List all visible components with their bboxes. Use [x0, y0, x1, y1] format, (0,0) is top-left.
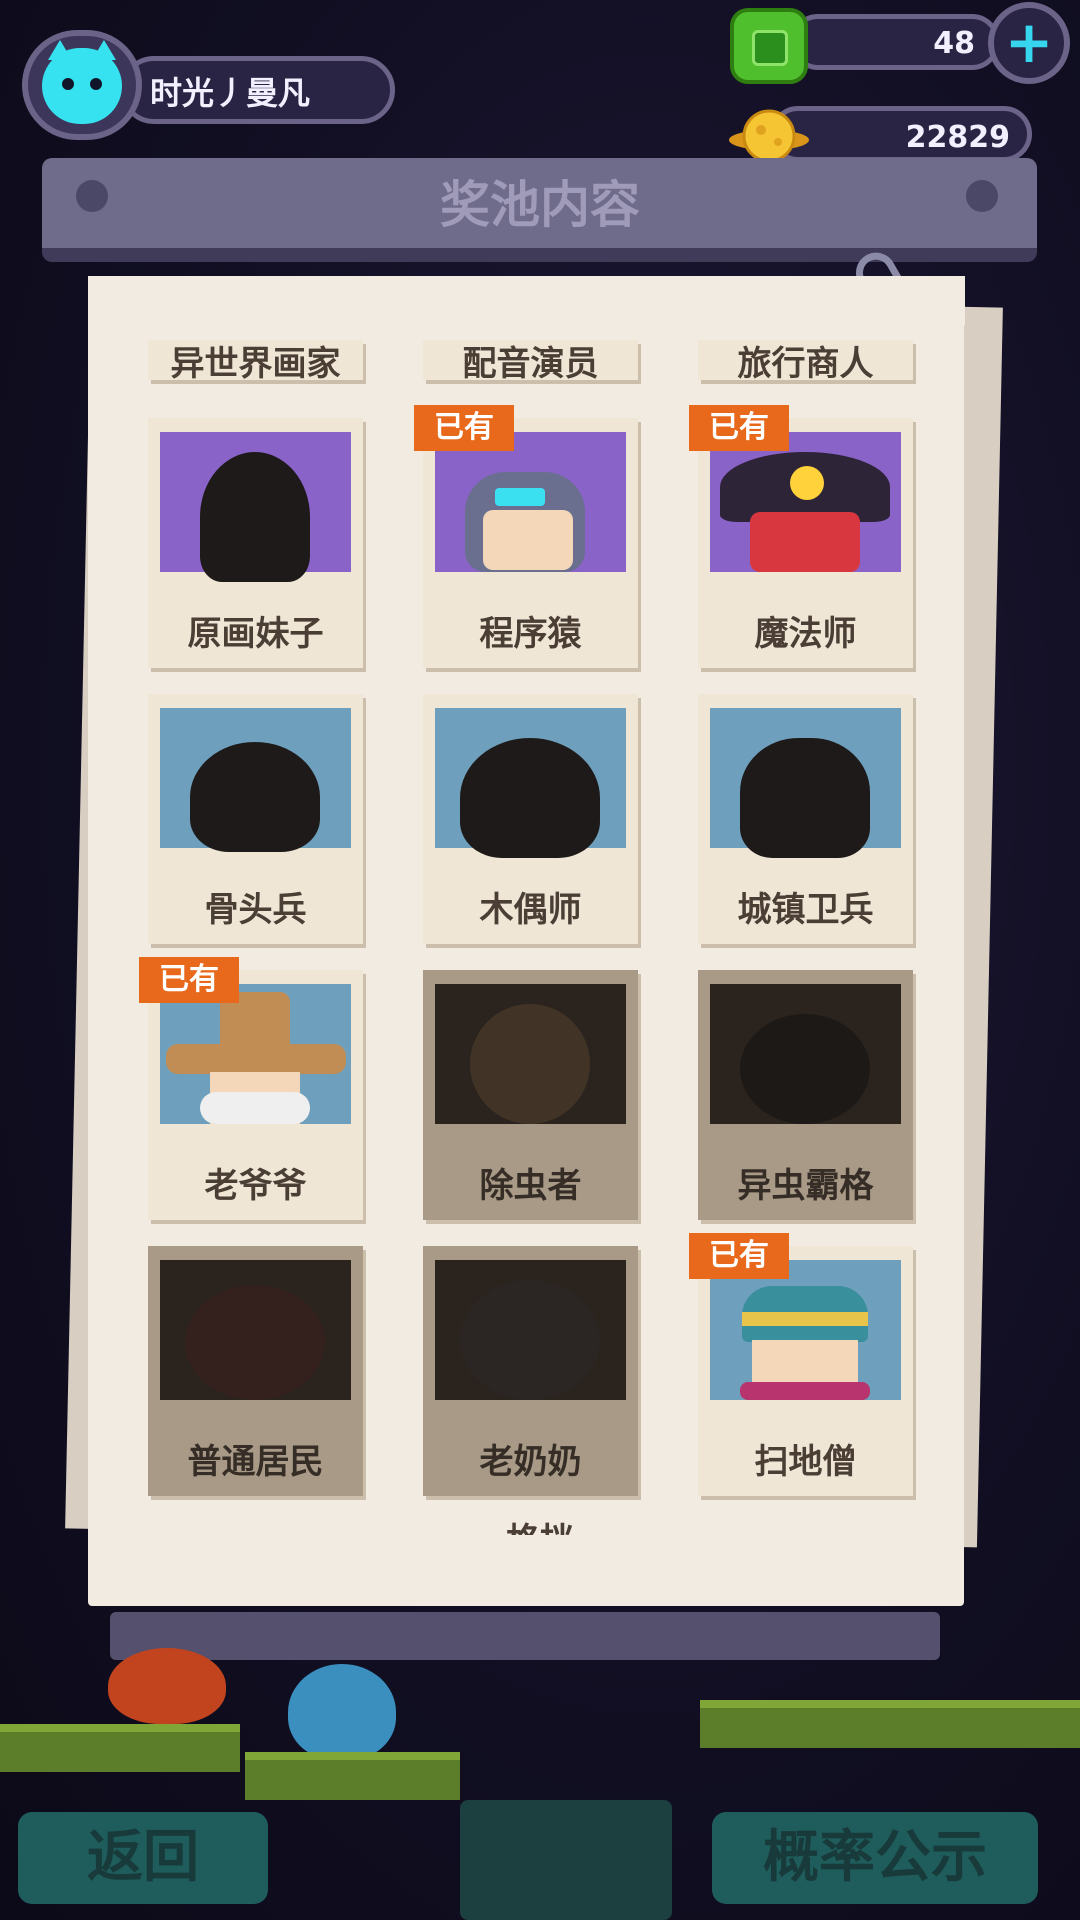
probability-button[interactable]: 概率公示 — [712, 1812, 1038, 1904]
card-label: 城镇卫兵 — [737, 890, 874, 930]
owned-badge: 已有 — [414, 405, 514, 451]
character-card[interactable]: 普通居民 — [148, 1246, 363, 1496]
grass-platform — [245, 1752, 460, 1800]
card-label: 除虫者 — [479, 1166, 582, 1206]
portrait — [160, 432, 351, 582]
card-label: 老爷爷 — [204, 1166, 307, 1206]
character-card[interactable]: 城镇卫兵 — [698, 694, 913, 944]
character-card[interactable]: 扫地僧 — [698, 1246, 913, 1496]
center-pedestal — [460, 1800, 672, 1920]
add-gems-button[interactable]: + — [988, 2, 1070, 84]
owned-badge: 已有 — [139, 957, 239, 1003]
portrait — [435, 1260, 626, 1400]
portrait — [710, 1260, 901, 1400]
portrait — [160, 984, 351, 1124]
username: 时光丿曼凡 — [150, 74, 311, 112]
board-title: 奖池内容 — [440, 176, 640, 234]
avatar[interactable] — [22, 30, 142, 140]
card-label: 程序猿 — [479, 614, 582, 654]
card-label: 老奶奶 — [479, 1442, 582, 1482]
card-label: 魔法师 — [754, 614, 857, 654]
next-category-label: 格挡 — [0, 1513, 1080, 1535]
character-card[interactable]: 木偶师 — [423, 694, 638, 944]
red-slime — [108, 1648, 226, 1724]
portrait — [435, 984, 626, 1124]
character-card[interactable]: 老奶奶 — [423, 1246, 638, 1496]
portrait — [710, 984, 901, 1124]
card-label: 异世界画家 — [170, 344, 341, 384]
portrait — [160, 1260, 351, 1400]
character-card[interactable]: 魔法师 — [698, 418, 913, 668]
card-label: 木偶师 — [479, 890, 582, 930]
portrait — [435, 708, 626, 858]
owned-badge: 已有 — [689, 405, 789, 451]
portrait — [710, 708, 901, 858]
board-footer — [110, 1612, 940, 1660]
card-label: 异虫霸格 — [737, 1166, 874, 1206]
character-card[interactable]: 原画妹子 — [148, 418, 363, 668]
gem-count: 48 — [933, 26, 975, 61]
paper-top-mask — [88, 276, 964, 334]
card-label: 普通居民 — [187, 1442, 324, 1482]
character-card[interactable]: 异虫霸格 — [698, 970, 913, 1220]
back-button[interactable]: 返回 — [18, 1812, 268, 1904]
character-card[interactable]: 除虫者 — [423, 970, 638, 1220]
portrait — [160, 708, 351, 852]
owned-badge: 已有 — [689, 1233, 789, 1279]
portrait — [435, 432, 626, 572]
portrait — [710, 432, 901, 572]
card-label: 原画妹子 — [187, 614, 324, 654]
coin-count: 22829 — [905, 120, 1010, 155]
card-label: 扫地僧 — [754, 1442, 857, 1482]
card-label: 骨头兵 — [204, 890, 307, 930]
grass-platform — [700, 1700, 1080, 1748]
gem-icon — [730, 8, 808, 84]
card-label: 旅行商人 — [737, 344, 874, 384]
character-card[interactable]: 骨头兵 — [148, 694, 363, 944]
card-label: 配音演员 — [462, 344, 599, 384]
cat-face-icon — [42, 40, 122, 124]
character-card[interactable]: 程序猿 — [423, 418, 638, 668]
blue-slime — [288, 1664, 396, 1760]
grass-platform — [0, 1724, 240, 1772]
character-card[interactable]: 老爷爷 — [148, 970, 363, 1220]
